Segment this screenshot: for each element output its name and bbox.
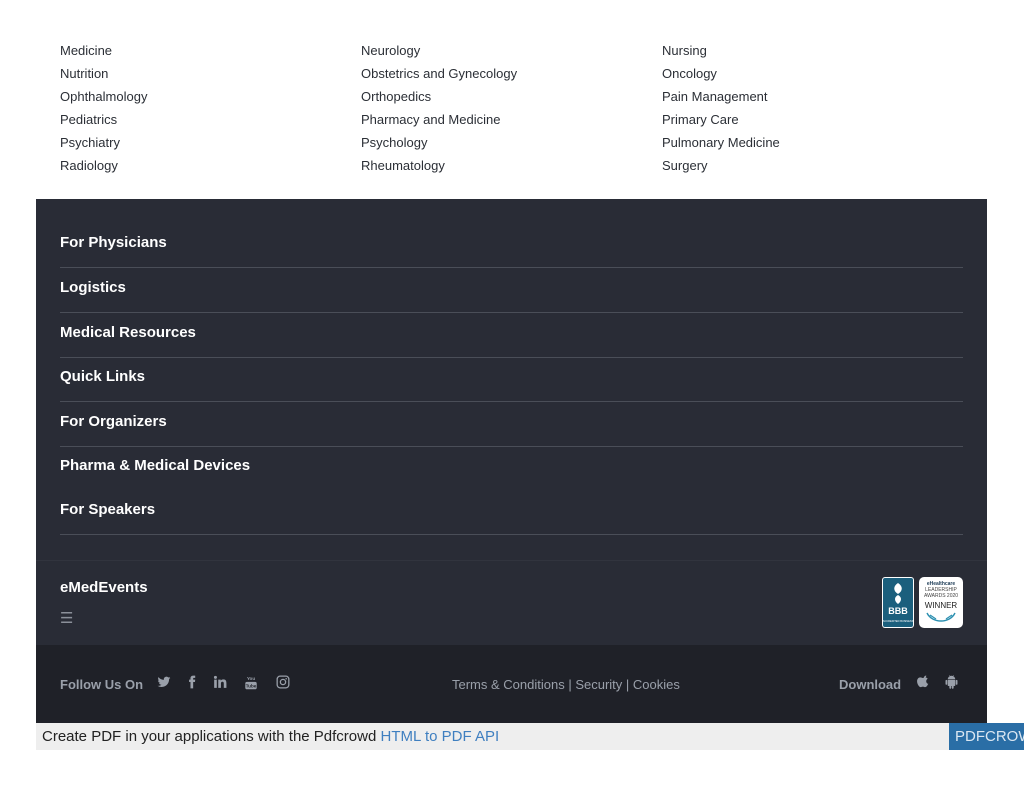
- accordion-quick-links[interactable]: Quick Links: [60, 368, 963, 385]
- specialty-link[interactable]: Primary Care: [662, 111, 963, 128]
- specialty-link[interactable]: Medicine: [60, 42, 361, 59]
- laurel-icon: [926, 612, 956, 622]
- pdfcrowd-api-link[interactable]: HTML to PDF API: [381, 728, 500, 745]
- accordion-for-speakers[interactable]: For Speakers: [60, 501, 963, 518]
- twitter-icon[interactable]: [156, 675, 172, 693]
- brand-name[interactable]: eMedEvents: [60, 579, 148, 596]
- specialty-link[interactable]: Neurology: [361, 42, 662, 59]
- legal-links: Terms & Conditions | Security | Cookies: [452, 677, 680, 692]
- specialty-link[interactable]: Pain Management: [662, 88, 963, 105]
- divider: [60, 446, 963, 447]
- accordion-pharma-medical-devices[interactable]: Pharma & Medical Devices: [60, 457, 963, 474]
- specialty-link[interactable]: Psychology: [361, 134, 662, 151]
- specialty-link[interactable]: Psychiatry: [60, 134, 361, 151]
- award-winner: WINNER: [924, 601, 958, 610]
- linkedin-icon[interactable]: [212, 675, 228, 693]
- specialty-link[interactable]: Oncology: [662, 65, 963, 82]
- youtube-icon[interactable]: You Tube: [243, 675, 259, 693]
- svg-text:BBB: BBB: [888, 606, 908, 616]
- accordion-medical-resources[interactable]: Medical Resources: [60, 324, 963, 341]
- svg-text:ACCREDITED BUSINESS: ACCREDITED BUSINESS: [883, 619, 914, 623]
- specialty-link[interactable]: Surgery: [662, 157, 963, 174]
- accordion-logistics[interactable]: Logistics: [60, 279, 963, 296]
- facebook-icon[interactable]: [184, 675, 200, 693]
- terms-link[interactable]: Terms & Conditions: [452, 677, 565, 692]
- accordion-for-physicians[interactable]: For Physicians: [60, 234, 963, 251]
- separator: |: [622, 677, 633, 692]
- svg-text:You: You: [247, 676, 255, 681]
- bottom-footer-bar: Follow Us On You Tube Terms & Conditions…: [36, 645, 987, 723]
- instagram-icon[interactable]: [275, 675, 291, 693]
- specialty-link[interactable]: Radiology: [60, 157, 361, 174]
- specialty-link[interactable]: Nutrition: [60, 65, 361, 82]
- specialty-link[interactable]: Nursing: [662, 42, 963, 59]
- specialty-link[interactable]: Pediatrics: [60, 111, 361, 128]
- specialty-links-grid: Medicine Neurology Nursing Nutrition Obs…: [60, 42, 963, 174]
- brand-bar: eMedEvents ☰ BBB ACCREDITED BUSINESS eHe…: [36, 560, 987, 645]
- specialty-link[interactable]: Pharmacy and Medicine: [361, 111, 662, 128]
- bbb-logo-icon: BBB ACCREDITED BUSINESS: [883, 578, 914, 627]
- separator: |: [564, 677, 576, 692]
- specialty-link[interactable]: Obstetrics and Gynecology: [361, 65, 662, 82]
- svg-text:Tube: Tube: [246, 684, 257, 689]
- award-line: AWARDS 2020: [923, 593, 959, 599]
- cookies-link[interactable]: Cookies: [633, 677, 680, 692]
- download-label: Download: [839, 677, 902, 692]
- accordion-for-organizers[interactable]: For Organizers: [60, 413, 963, 430]
- apple-icon[interactable]: [915, 675, 931, 693]
- specialty-link[interactable]: Ophthalmology: [60, 88, 361, 105]
- specialty-link[interactable]: Orthopedics: [361, 88, 662, 105]
- specialty-link[interactable]: Pulmonary Medicine: [662, 134, 963, 151]
- follow-us-label: Follow Us On: [60, 677, 144, 692]
- divider: [60, 534, 963, 535]
- ehealthcare-award-badge[interactable]: eHealthcare LEADERSHIP AWARDS 2020 WINNE…: [919, 577, 963, 628]
- pdfcrowd-message: Create PDF in your applications with the…: [42, 728, 381, 745]
- pdfcrowd-logo[interactable]: PDFCROWD: [949, 723, 1024, 750]
- pdfcrowd-banner: Create PDF in your applications with the…: [36, 723, 1024, 750]
- security-link[interactable]: Security: [575, 677, 622, 692]
- bbb-accredited-badge[interactable]: BBB ACCREDITED BUSINESS: [882, 577, 914, 628]
- divider: [60, 312, 963, 313]
- divider: [60, 267, 963, 268]
- hamburger-menu-icon[interactable]: ☰: [60, 609, 73, 627]
- specialty-link[interactable]: Rheumatology: [361, 157, 662, 174]
- divider: [60, 401, 963, 402]
- footer-accordion: For Physicians Logistics Medical Resourc…: [36, 199, 987, 560]
- pdfcrowd-text: Create PDF in your applications with the…: [42, 728, 499, 745]
- divider: [60, 357, 963, 358]
- android-icon[interactable]: [943, 675, 959, 693]
